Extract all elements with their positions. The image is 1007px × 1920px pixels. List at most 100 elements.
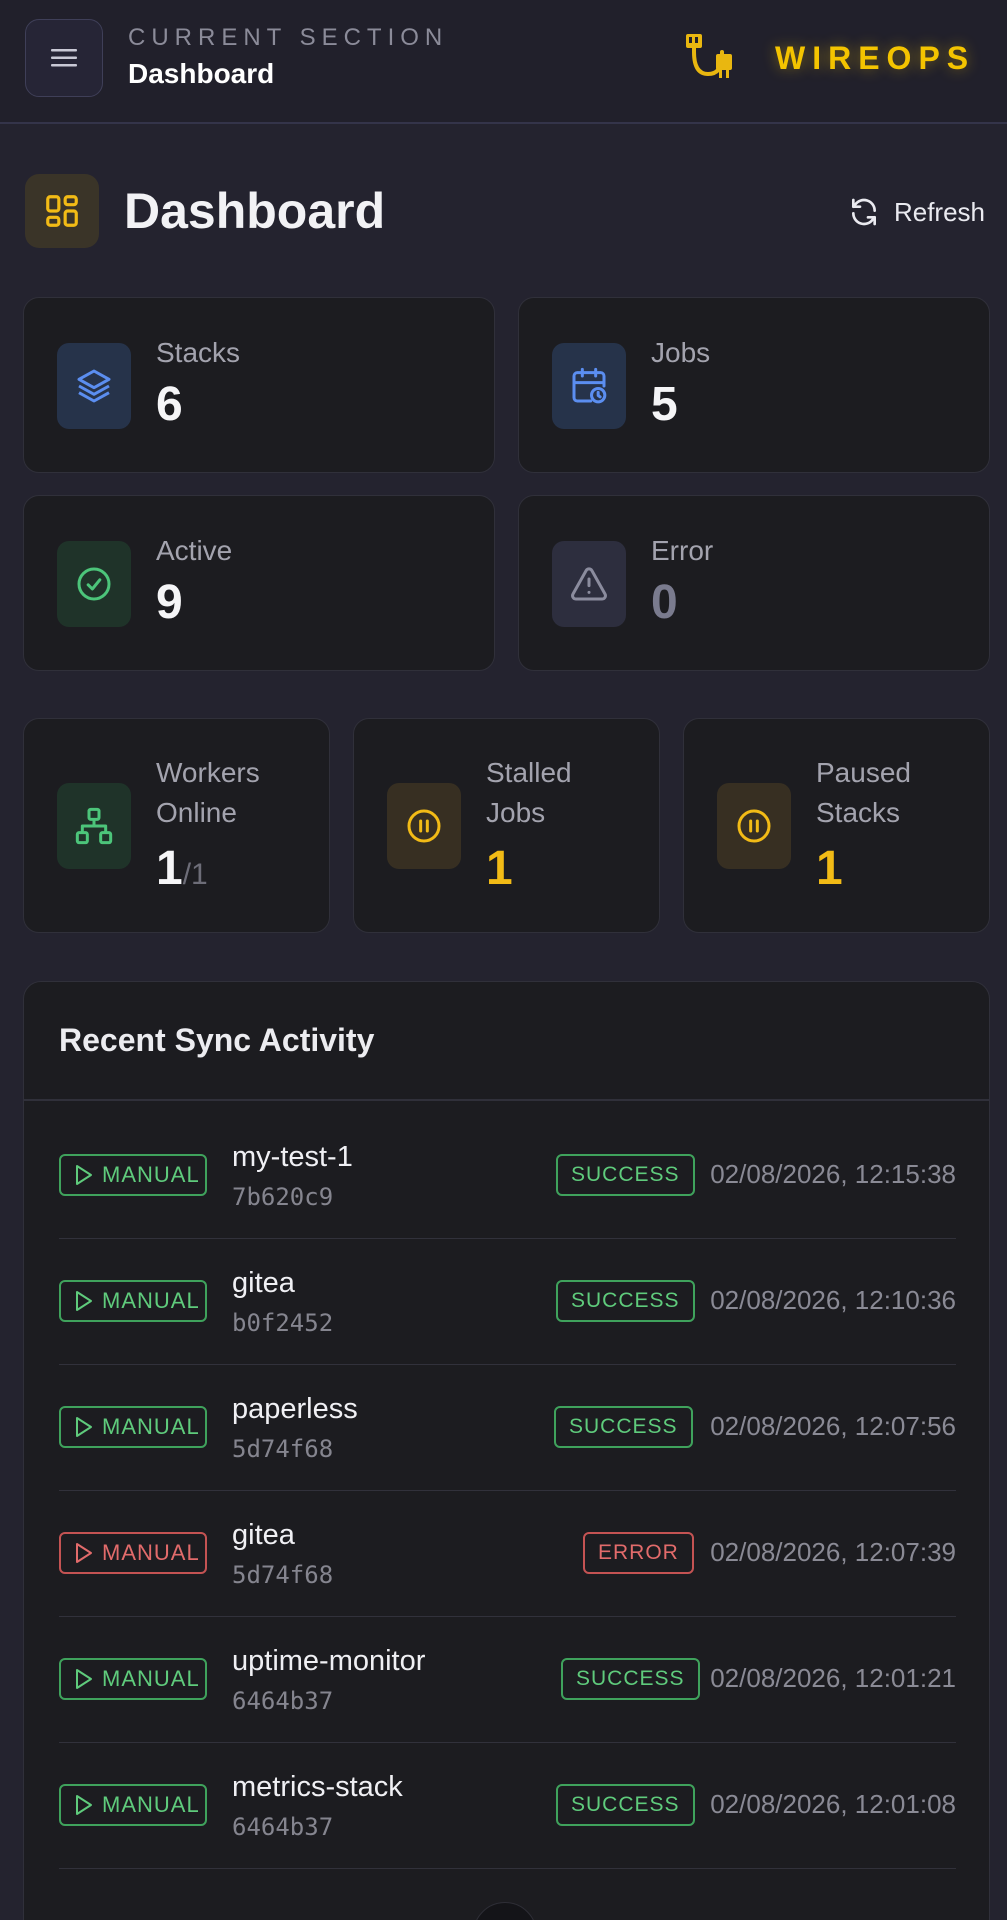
- stat-value: 5: [651, 378, 678, 431]
- stack-name[interactable]: gitea: [232, 1519, 295, 1552]
- play-icon: [76, 1795, 92, 1815]
- status-badge: ERROR: [583, 1532, 694, 1574]
- status-badge: SUCCESS: [554, 1406, 693, 1448]
- section-kicker: CURRENT SECTION: [128, 24, 449, 51]
- trigger-label: MANUAL: [102, 1414, 200, 1439]
- stack-name[interactable]: metrics-stack: [232, 1771, 403, 1804]
- menu-button[interactable]: [25, 19, 103, 97]
- stat-label: Stalled Jobs: [486, 753, 572, 833]
- status-badge: SUCCESS: [561, 1658, 700, 1700]
- status-badge: SUCCESS: [556, 1154, 695, 1196]
- stat-label: Workers Online: [156, 753, 260, 833]
- stat-label-line: Paused: [816, 757, 911, 788]
- pause-circle-icon: [717, 783, 791, 869]
- commit-hash: 5d74f68: [232, 1435, 334, 1463]
- stalled-jobs-card[interactable]: Stalled Jobs 1: [353, 718, 660, 933]
- trigger-badge: MANUAL: [59, 1532, 207, 1574]
- timestamp: 02/08/2026, 12:15:38: [710, 1159, 956, 1189]
- paused-stacks-card[interactable]: Paused Stacks 1: [683, 718, 990, 933]
- refresh-button[interactable]: Refresh: [848, 190, 985, 234]
- activity-row[interactable]: MANUAL my-test-1 7b620c9 SUCCESS 02/08/2…: [59, 1113, 956, 1239]
- trigger-label: MANUAL: [102, 1162, 200, 1187]
- commit-hash: 6464b37: [232, 1813, 334, 1841]
- layers-icon: [57, 343, 131, 429]
- stat-label: Stacks: [156, 337, 241, 368]
- jobs-card[interactable]: Jobs 5: [518, 297, 990, 473]
- play-icon: [76, 1669, 92, 1689]
- play-icon: [76, 1543, 92, 1563]
- refresh-label: Refresh: [893, 196, 985, 227]
- stat-label-line: Jobs: [486, 797, 546, 828]
- error-card[interactable]: Error 0: [518, 495, 990, 671]
- stat-label: Error: [651, 535, 714, 566]
- refresh-icon: [851, 198, 876, 226]
- trigger-badge: MANUAL: [59, 1280, 207, 1322]
- network-icon: [57, 783, 131, 869]
- brand-logo-text[interactable]: WIREOPS: [775, 40, 975, 77]
- active-card[interactable]: Active 9: [23, 495, 495, 671]
- check-circle-icon: [57, 541, 131, 627]
- trigger-badge: MANUAL: [59, 1154, 207, 1196]
- stat-value: 1: [816, 842, 843, 895]
- stat-label: Active: [156, 535, 233, 566]
- workers-online-card[interactable]: Workers Online 1/1: [23, 718, 330, 933]
- commit-hash: 7b620c9: [232, 1183, 334, 1211]
- activity-row[interactable]: MANUAL gitea 5d74f68 ERROR 02/08/2026, 1…: [59, 1491, 956, 1617]
- top-bar: CURRENT SECTION Dashboard WIREOPS: [0, 0, 1007, 124]
- stat-value: 1/1: [156, 841, 208, 896]
- activity-row[interactable]: MANUAL gitea b0f2452 SUCCESS 02/08/2026,…: [59, 1239, 956, 1365]
- stat-value: 1: [486, 842, 513, 895]
- page-title: Dashboard: [124, 183, 386, 239]
- cable-logo-icon: [686, 34, 732, 78]
- workers-online-count: 1: [156, 842, 183, 895]
- play-icon: [76, 1417, 92, 1437]
- stack-name[interactable]: uptime-monitor: [232, 1645, 425, 1678]
- divider: [24, 1099, 989, 1101]
- activity-row[interactable]: MANUAL paperless 5d74f68 SUCCESS 02/08/2…: [59, 1365, 956, 1491]
- status-badge: SUCCESS: [556, 1784, 695, 1826]
- trigger-label: MANUAL: [102, 1792, 200, 1817]
- stat-label-line: Stacks: [816, 797, 901, 828]
- current-section-name: Dashboard: [128, 58, 275, 89]
- trigger-label: MANUAL: [102, 1540, 200, 1565]
- stat-label-line: Stalled: [486, 757, 572, 788]
- stack-name[interactable]: gitea: [232, 1267, 295, 1300]
- commit-hash: 6464b37: [232, 1687, 334, 1715]
- play-icon: [76, 1291, 92, 1311]
- timestamp: 02/08/2026, 12:07:39: [710, 1537, 956, 1567]
- stat-label-line: Online: [156, 797, 237, 828]
- stat-label: Jobs: [651, 337, 711, 368]
- timestamp: 02/08/2026, 12:10:36: [710, 1285, 956, 1315]
- timestamp: 02/08/2026, 12:01:21: [710, 1663, 956, 1693]
- calendar-clock-icon: [552, 343, 626, 429]
- hamburger-icon: [51, 49, 77, 67]
- commit-hash: 5d74f68: [232, 1561, 334, 1589]
- trigger-badge: MANUAL: [59, 1406, 207, 1448]
- activity-row[interactable]: MANUAL uptime-monitor 6464b37 SUCCESS 02…: [59, 1617, 956, 1743]
- trigger-label: MANUAL: [102, 1288, 200, 1313]
- stack-name[interactable]: my-test-1: [232, 1141, 353, 1174]
- stack-name[interactable]: paperless: [232, 1393, 358, 1426]
- trigger-badge: MANUAL: [59, 1658, 207, 1700]
- stacks-card[interactable]: Stacks 6: [23, 297, 495, 473]
- warning-icon: [552, 541, 626, 627]
- pause-circle-icon: [387, 783, 461, 869]
- stat-label-line: Workers: [156, 757, 260, 788]
- stat-value: 9: [156, 576, 183, 629]
- workers-total: /1: [182, 858, 208, 891]
- commit-hash: b0f2452: [232, 1309, 334, 1337]
- dashboard-icon: [25, 174, 99, 248]
- page-header: Dashboard Refresh: [25, 174, 985, 250]
- trigger-label: MANUAL: [102, 1666, 200, 1691]
- status-badge: SUCCESS: [556, 1280, 695, 1322]
- timestamp: 02/08/2026, 12:07:56: [710, 1411, 956, 1441]
- trigger-badge: MANUAL: [59, 1784, 207, 1826]
- panel-title: Recent Sync Activity: [59, 1022, 375, 1058]
- play-icon: [76, 1165, 92, 1185]
- activity-row[interactable]: MANUAL metrics-stack 6464b37 SUCCESS 02/…: [59, 1743, 956, 1869]
- stat-label: Paused Stacks: [816, 753, 911, 833]
- stat-value: 0: [651, 576, 678, 629]
- timestamp: 02/08/2026, 12:01:08: [710, 1789, 956, 1819]
- recent-sync-activity-panel: Recent Sync Activity MANUAL my-test-1 7b…: [23, 981, 990, 1920]
- stat-value: 6: [156, 378, 183, 431]
